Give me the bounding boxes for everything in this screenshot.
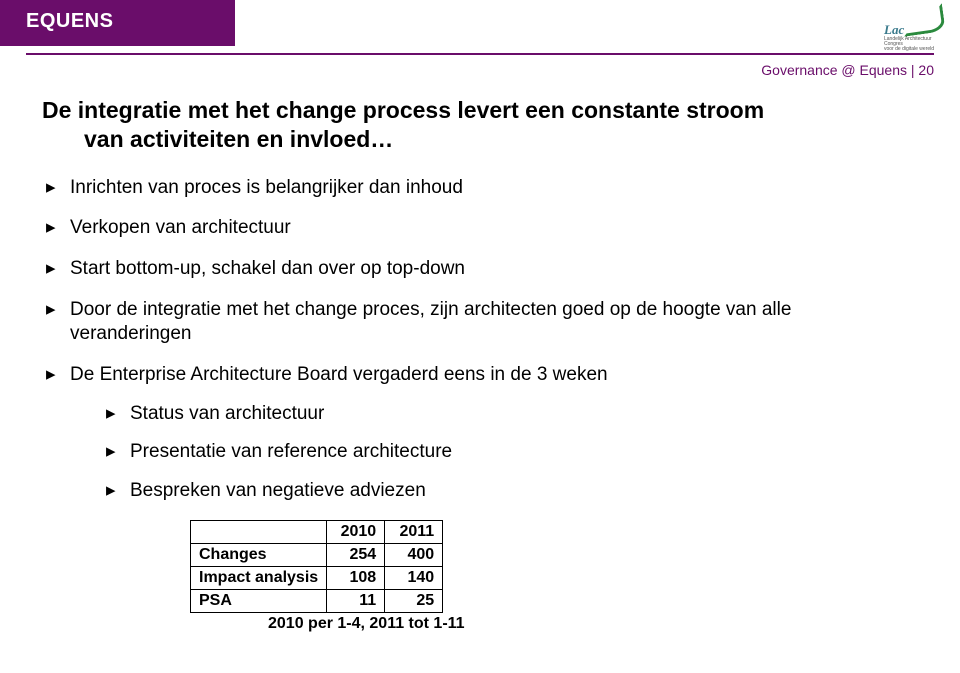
- table-cell-value: 11: [327, 589, 385, 612]
- list-item: De Enterprise Architecture Board vergade…: [46, 363, 918, 504]
- list-item: Bespreken van negatieve adviezen: [106, 479, 918, 504]
- table-header-year: 2011: [385, 520, 443, 543]
- table-cell-value: 400: [385, 543, 443, 566]
- stats-table-wrap: 2010 2011 Changes 254 400 Impact analysi…: [190, 520, 918, 633]
- table-cell-value: 254: [327, 543, 385, 566]
- list-item-text: De Enterprise Architecture Board vergade…: [70, 364, 608, 385]
- header-separator: [26, 53, 934, 55]
- table-header-year: 2010: [327, 520, 385, 543]
- brand-logo: EQUENS: [26, 10, 113, 33]
- list-item: Status van architectuur: [106, 402, 918, 427]
- lac-logo: Lac Landelijk Architectuur Congresvoor d…: [884, 4, 948, 52]
- table-cell-label: PSA: [191, 589, 327, 612]
- table-row: Changes 254 400: [191, 543, 443, 566]
- table-cell-value: 140: [385, 566, 443, 589]
- list-item: Inrichten van proces is belangrijker dan…: [46, 176, 918, 201]
- table-row: PSA 11 25: [191, 589, 443, 612]
- title-line2: van activiteiten en invloed…: [42, 125, 918, 154]
- stats-table: 2010 2011 Changes 254 400 Impact analysi…: [190, 520, 443, 613]
- breadcrumb: Governance @ Equens | 20: [761, 62, 934, 78]
- table-header-blank: [191, 520, 327, 543]
- sub-bullet-list: Status van architectuur Presentatie van …: [70, 402, 918, 504]
- title-line1: De integratie met het change process lev…: [42, 97, 764, 123]
- table-row: 2010 2011: [191, 520, 443, 543]
- list-item: Presentatie van reference architecture: [106, 440, 918, 465]
- page-title: De integratie met het change process lev…: [42, 96, 918, 154]
- slide-content: De integratie met het change process lev…: [42, 96, 918, 633]
- table-cell-value: 108: [327, 566, 385, 589]
- lac-swoosh-icon: [900, 3, 945, 37]
- table-row: Impact analysis 108 140: [191, 566, 443, 589]
- list-item: Verkopen van architectuur: [46, 216, 918, 241]
- lac-logo-subtitle: Landelijk Architectuur Congresvoor de di…: [884, 37, 948, 52]
- table-cell-value: 25: [385, 589, 443, 612]
- list-item: Start bottom-up, schakel dan over op top…: [46, 257, 918, 282]
- table-cell-label: Changes: [191, 543, 327, 566]
- bullet-list: Inrichten van proces is belangrijker dan…: [42, 176, 918, 504]
- table-caption: 2010 per 1-4, 2011 tot 1-11: [268, 615, 918, 633]
- table-cell-label: Impact analysis: [191, 566, 327, 589]
- list-item: Door de integratie met het change proces…: [46, 298, 918, 347]
